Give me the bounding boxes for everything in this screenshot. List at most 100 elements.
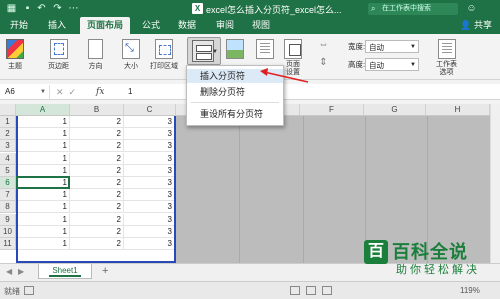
- table-cell[interactable]: 1: [16, 128, 70, 141]
- table-cell[interactable]: 1: [16, 140, 70, 153]
- theme-icon: [6, 39, 24, 59]
- tab-data[interactable]: 数据: [172, 17, 202, 34]
- sheet-search-input[interactable]: ⌕ 在工作表中搜索: [368, 3, 458, 15]
- orientation-button[interactable]: 方向: [88, 39, 103, 71]
- column-header-c[interactable]: C: [124, 104, 176, 116]
- menu-item-remove-page-break[interactable]: 删除分页符: [187, 85, 283, 99]
- table-cell[interactable]: 3: [124, 152, 175, 165]
- prev-sheet-icon[interactable]: ◀: [6, 267, 12, 276]
- column-header-b[interactable]: B: [70, 104, 124, 116]
- redo-icon[interactable]: ↷: [52, 3, 63, 14]
- table-cell[interactable]: 3: [124, 189, 175, 202]
- row-header[interactable]: 4: [0, 152, 16, 165]
- size-button[interactable]: 大小: [122, 39, 140, 71]
- table-cell[interactable]: 2: [70, 116, 124, 128]
- row-header[interactable]: 10: [0, 225, 16, 238]
- cancel-confirm-icons[interactable]: ✕ ✓: [56, 85, 76, 99]
- zoom-level[interactable]: 119%: [460, 286, 480, 295]
- select-all-corner[interactable]: [0, 104, 16, 116]
- row-header[interactable]: 6: [0, 177, 16, 189]
- function-icon[interactable]: fx: [96, 85, 104, 99]
- sidebar-icon[interactable]: ▦: [6, 3, 17, 14]
- sheet-tab-sheet1[interactable]: Sheet1: [38, 264, 92, 279]
- save-icon[interactable]: ▪: [22, 3, 33, 14]
- selected-cell: [16, 176, 70, 189]
- table-cell[interactable]: 2: [70, 152, 124, 165]
- table-cell[interactable]: 1: [16, 152, 70, 165]
- tab-review[interactable]: 审阅: [210, 17, 240, 34]
- table-cell[interactable]: 3: [124, 164, 175, 177]
- table-cell[interactable]: 2: [70, 128, 124, 141]
- status-ready: 就绪: [4, 287, 20, 296]
- table-cell[interactable]: 3: [124, 128, 175, 141]
- table-cell[interactable]: 3: [124, 177, 175, 189]
- undo-icon[interactable]: ↶: [36, 3, 47, 14]
- breaks-button[interactable]: ▼: [187, 37, 221, 65]
- normal-view-icon[interactable]: [290, 286, 300, 295]
- table-cell[interactable]: 1: [16, 116, 70, 128]
- table-cell[interactable]: 2: [70, 140, 124, 153]
- table-cell[interactable]: 2: [70, 201, 124, 214]
- row-header[interactable]: 1: [0, 116, 16, 128]
- tab-view[interactable]: 视图: [246, 17, 276, 34]
- table-cell[interactable]: 1: [16, 164, 70, 177]
- table-cell[interactable]: 1: [16, 238, 70, 250]
- title-bar: ▦ ▪ ↶ ↷ ⋯ X excel怎么插入分页符_excel怎么... ⌕ 在工…: [0, 0, 500, 17]
- formula-input[interactable]: 1: [128, 85, 132, 99]
- table-cell[interactable]: 1: [16, 189, 70, 202]
- print-titles-button[interactable]: [256, 39, 274, 61]
- row-header[interactable]: 7: [0, 189, 16, 202]
- row-header[interactable]: 5: [0, 164, 16, 177]
- table-cell[interactable]: 3: [124, 116, 175, 128]
- share-button[interactable]: 👤 共享: [460, 17, 492, 34]
- tab-insert[interactable]: 插入: [42, 17, 72, 34]
- column-header-a[interactable]: A: [16, 104, 70, 116]
- background-button[interactable]: [226, 39, 244, 61]
- column-header-h[interactable]: H: [426, 104, 490, 116]
- row-header[interactable]: 11: [0, 238, 16, 250]
- tab-page-layout[interactable]: 页面布局: [80, 17, 130, 34]
- width-select[interactable]: 自动 ▼: [365, 40, 419, 53]
- table-cell[interactable]: 1: [16, 201, 70, 214]
- table-cell[interactable]: 3: [124, 225, 175, 238]
- tab-formulas[interactable]: 公式: [136, 17, 166, 34]
- height-select[interactable]: 自动 ▼: [365, 58, 419, 71]
- row-header[interactable]: 8: [0, 201, 16, 214]
- menu-item-reset-all-page-breaks[interactable]: 重设所有分页符: [187, 107, 283, 121]
- table-cell[interactable]: 3: [124, 201, 175, 214]
- table-cell[interactable]: 1: [16, 213, 70, 226]
- table-cell[interactable]: 3: [124, 140, 175, 153]
- row-header[interactable]: 3: [0, 140, 16, 153]
- orientation-icon: [88, 39, 103, 59]
- tab-home[interactable]: 开始: [4, 17, 34, 34]
- column-header-g[interactable]: G: [364, 104, 426, 116]
- page-break-view-icon[interactable]: [322, 286, 332, 295]
- scale-icon: ⇔: [318, 39, 329, 50]
- record-macro-icon[interactable]: [24, 286, 34, 295]
- table-cell[interactable]: 2: [70, 238, 124, 250]
- table-cell[interactable]: 3: [124, 238, 175, 250]
- scale-height-icon: ⇕: [319, 57, 328, 68]
- add-sheet-icon[interactable]: +: [102, 265, 108, 277]
- name-box-value: A6: [5, 87, 15, 96]
- print-area-button[interactable]: 打印区域: [150, 39, 178, 71]
- page-layout-view-icon[interactable]: [306, 286, 316, 295]
- table-cell[interactable]: 2: [70, 189, 124, 202]
- name-box[interactable]: A6 ▼: [2, 85, 50, 99]
- sheet-options-button[interactable]: 工作表 选项: [436, 39, 457, 77]
- table-cell[interactable]: 2: [70, 225, 124, 238]
- row-header[interactable]: 2: [0, 128, 16, 141]
- table-cell[interactable]: 1: [16, 225, 70, 238]
- table-cell[interactable]: 3: [124, 213, 175, 226]
- table-cell[interactable]: 2: [70, 164, 124, 177]
- themes-button[interactable]: 主题: [6, 39, 24, 71]
- more-icon[interactable]: ⋯: [68, 3, 79, 14]
- margins-button[interactable]: 页边距: [48, 39, 69, 71]
- page-break-icon: [192, 40, 214, 62]
- column-header-f[interactable]: F: [300, 104, 364, 116]
- next-sheet-icon[interactable]: ▶: [18, 267, 24, 276]
- table-cell[interactable]: 2: [70, 213, 124, 226]
- row-header[interactable]: 9: [0, 213, 16, 226]
- table-cell[interactable]: 2: [70, 177, 124, 189]
- smiley-icon[interactable]: ☺: [466, 3, 477, 14]
